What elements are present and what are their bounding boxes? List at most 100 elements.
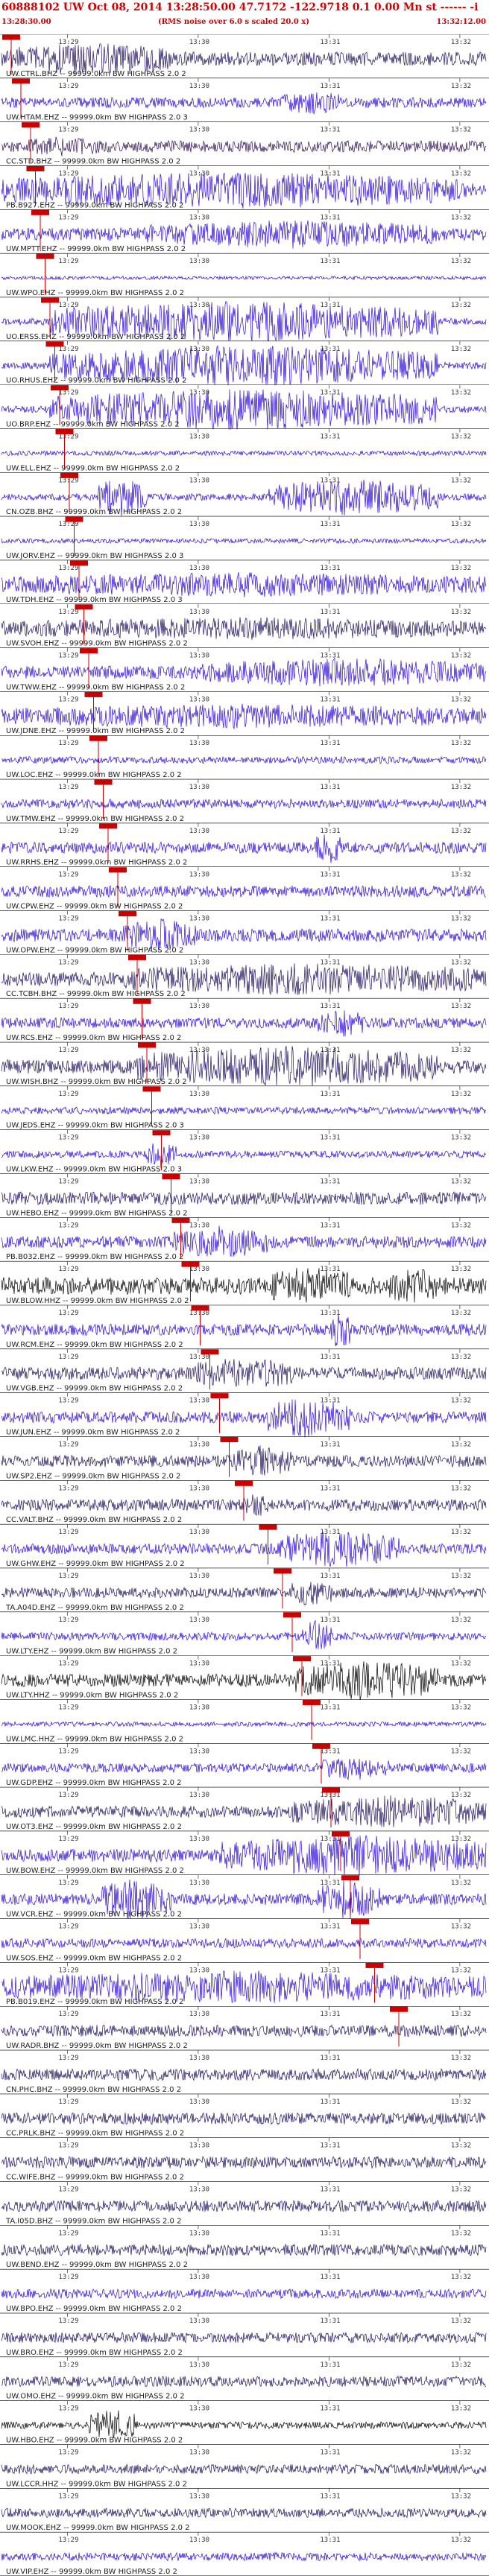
- time-tick-label: 13:29: [58, 2493, 78, 2500]
- time-tick-label: 13:29: [58, 1441, 78, 1448]
- time-tick-label: 13:32: [451, 83, 471, 90]
- pick-marker: [312, 1743, 330, 1749]
- waveform-line: [1, 1010, 487, 1037]
- time-tick-label: 13:32: [451, 1441, 471, 1448]
- waveform-line: [1, 1225, 487, 1257]
- time-tick-label: 13:32: [451, 433, 471, 440]
- time-tick-label: 13:30: [189, 1398, 209, 1405]
- end-time: 13:32:12.00: [436, 18, 486, 26]
- trace-label: CC.TCBH.BHZ -- 99999.0km BW HIGHPASS 2.0…: [6, 990, 186, 998]
- trace-label: UW.RCM.EHZ -- 99999.0km BW HIGHPASS 2.0 …: [6, 1341, 183, 1349]
- time-tick-label: 13:31: [320, 2055, 340, 2062]
- time-tick-label: 13:32: [451, 609, 471, 616]
- pick-marker: [332, 1831, 350, 1837]
- time-tick-label: 13:29: [58, 1047, 78, 1054]
- waveform-line: [1, 2551, 487, 2562]
- time-tick-label: 13:32: [451, 2230, 471, 2237]
- time-tick-label: 13:30: [189, 127, 209, 134]
- trace-label: UW.JEDS.EHZ -- 99999.0km BW HIGHPASS 2.0…: [6, 1122, 184, 1130]
- time-tick-label: 13:31: [320, 2405, 340, 2413]
- time-tick-label: 13:29: [58, 127, 78, 134]
- time-tick-label: 13:30: [189, 433, 209, 440]
- trace-label: UW.BEND.EHZ -- 99999.0km BW HIGHPASS 2.0…: [6, 2261, 188, 2269]
- time-tick-label: 13:31: [320, 2318, 340, 2325]
- time-tick-label: 13:29: [58, 2011, 78, 2018]
- time-tick-label: 13:31: [320, 2537, 340, 2544]
- time-tick-label: 13:31: [320, 1923, 340, 1931]
- time-tick-label: 13:32: [451, 2186, 471, 2194]
- time-tick-label: 13:31: [320, 1704, 340, 1711]
- time-tick-label: 13:30: [189, 258, 209, 265]
- time-tick-label: 13:32: [451, 1047, 471, 1054]
- time-tick-label: 13:31: [320, 477, 340, 484]
- waveform-line: [1, 617, 487, 640]
- pick-marker: [365, 1962, 384, 1968]
- trace-label: UO.BRP.EHZ -- 99999.0km BW HIGHPASS 2.0 …: [6, 420, 180, 428]
- time-tick-label: 13:32: [451, 828, 471, 835]
- waveform-line: [1, 2155, 487, 2169]
- time-tick-label: 13:30: [189, 872, 209, 879]
- time-tick-label: 13:31: [320, 1617, 340, 1624]
- time-tick-label: 13:30: [189, 214, 209, 221]
- trace-label: CC.PRLK.BHZ -- 99999.0km BW HIGHPASS 2.0…: [6, 2130, 184, 2138]
- trace-label: UW.HBO.EHZ -- 99999.0km BW HIGHPASS 2.0 …: [6, 2437, 183, 2445]
- waveform-line: [1, 450, 487, 457]
- time-tick-label: 13:32: [451, 959, 471, 966]
- time-tick-label: 13:29: [58, 2537, 78, 2544]
- time-tick-label: 13:31: [320, 1879, 340, 1887]
- time-tick-label: 13:32: [451, 2537, 471, 2544]
- time-tick-label: 13:32: [451, 1529, 471, 1536]
- waveform-line: [1, 884, 487, 898]
- time-tick-label: 13:32: [451, 521, 471, 528]
- time-tick-label: 13:32: [451, 1091, 471, 1098]
- pick-marker: [171, 1217, 190, 1223]
- trace-label: PB.B019.EHZ -- 99999.0km BW HIGHPASS 2.0…: [6, 1998, 183, 2006]
- time-tick-label: 13:29: [58, 2318, 78, 2325]
- time-tick-label: 13:30: [189, 1003, 209, 1010]
- pick-marker: [322, 1787, 340, 1793]
- time-tick-label: 13:32: [451, 2449, 471, 2457]
- time-tick-label: 13:31: [320, 1573, 340, 1580]
- trace-label: UW.HTAM.EHZ -- 99999.0km BW HIGHPASS 2.0…: [6, 114, 188, 122]
- time-tick-label: 13:32: [451, 740, 471, 747]
- time-tick-label: 13:30: [189, 2055, 209, 2062]
- event-title: 60888102 UW Oct 08, 2014 13:28:50.00 47.…: [1, 1, 479, 13]
- time-tick-label: 13:32: [451, 1222, 471, 1229]
- time-tick-label: 13:29: [58, 302, 78, 309]
- time-tick-label: 13:29: [58, 1003, 78, 1010]
- time-tick-label: 13:30: [189, 346, 209, 353]
- time-tick-label: 13:32: [451, 653, 471, 660]
- time-tick-label: 13:30: [189, 302, 209, 309]
- time-tick-label: 13:31: [320, 740, 340, 747]
- waveform-line: [1, 572, 487, 597]
- time-tick-label: 13:29: [58, 1222, 78, 1229]
- trace-label: UW.RCS.EHZ -- 99999.0km BW HIGHPASS 2.0 …: [6, 1034, 181, 1042]
- seismogram-panel: 13:29 13:30 13:31 13:32 UW.CTRL.BHZ -- 99999…: [0, 34, 489, 2576]
- trace-label: UW.CPW.EHZ -- 99999.0km BW HIGHPASS 2.0 …: [6, 903, 183, 911]
- time-tick-label: 13:30: [189, 1529, 209, 1536]
- trace-label: UW.CTRL.BHZ -- 99999.0km BW HIGHPASS 2.0…: [6, 70, 186, 78]
- time-tick-label: 13:30: [189, 1704, 209, 1711]
- trace-label: UW.LKW.EHZ -- 99999.0km BW HIGHPASS 2.0 …: [6, 1166, 182, 1174]
- pick-marker: [303, 1699, 321, 1705]
- time-tick-label: 13:32: [451, 127, 471, 134]
- pick-marker: [133, 998, 151, 1004]
- time-tick-label: 13:31: [320, 2449, 340, 2457]
- time-tick-label: 13:29: [58, 83, 78, 90]
- time-tick-label: 13:32: [451, 1398, 471, 1405]
- time-tick-label: 13:29: [58, 2361, 78, 2369]
- time-tick-label: 13:29: [58, 872, 78, 879]
- time-tick-label: 13:31: [320, 828, 340, 835]
- pick-marker: [22, 122, 40, 128]
- trace-label: UW.JORV.EHZ -- 99999.0km BW HIGHPASS 2.0…: [6, 552, 183, 560]
- time-tick-label: 13:32: [451, 1879, 471, 1887]
- waveform-line: [1, 2067, 487, 2081]
- time-tick-label: 13:29: [58, 1704, 78, 1711]
- time-tick-label: 13:32: [451, 258, 471, 265]
- time-tick-label: 13:30: [189, 565, 209, 572]
- trace-label: UW.LTY.HHZ -- 99999.0km BW HIGHPASS 2.0 …: [6, 1691, 178, 1699]
- pick-marker: [210, 1393, 229, 1399]
- time-tick-label: 13:32: [451, 39, 471, 46]
- time-tick-label: 13:30: [189, 2318, 209, 2325]
- time-tick-label: 13:31: [320, 653, 340, 660]
